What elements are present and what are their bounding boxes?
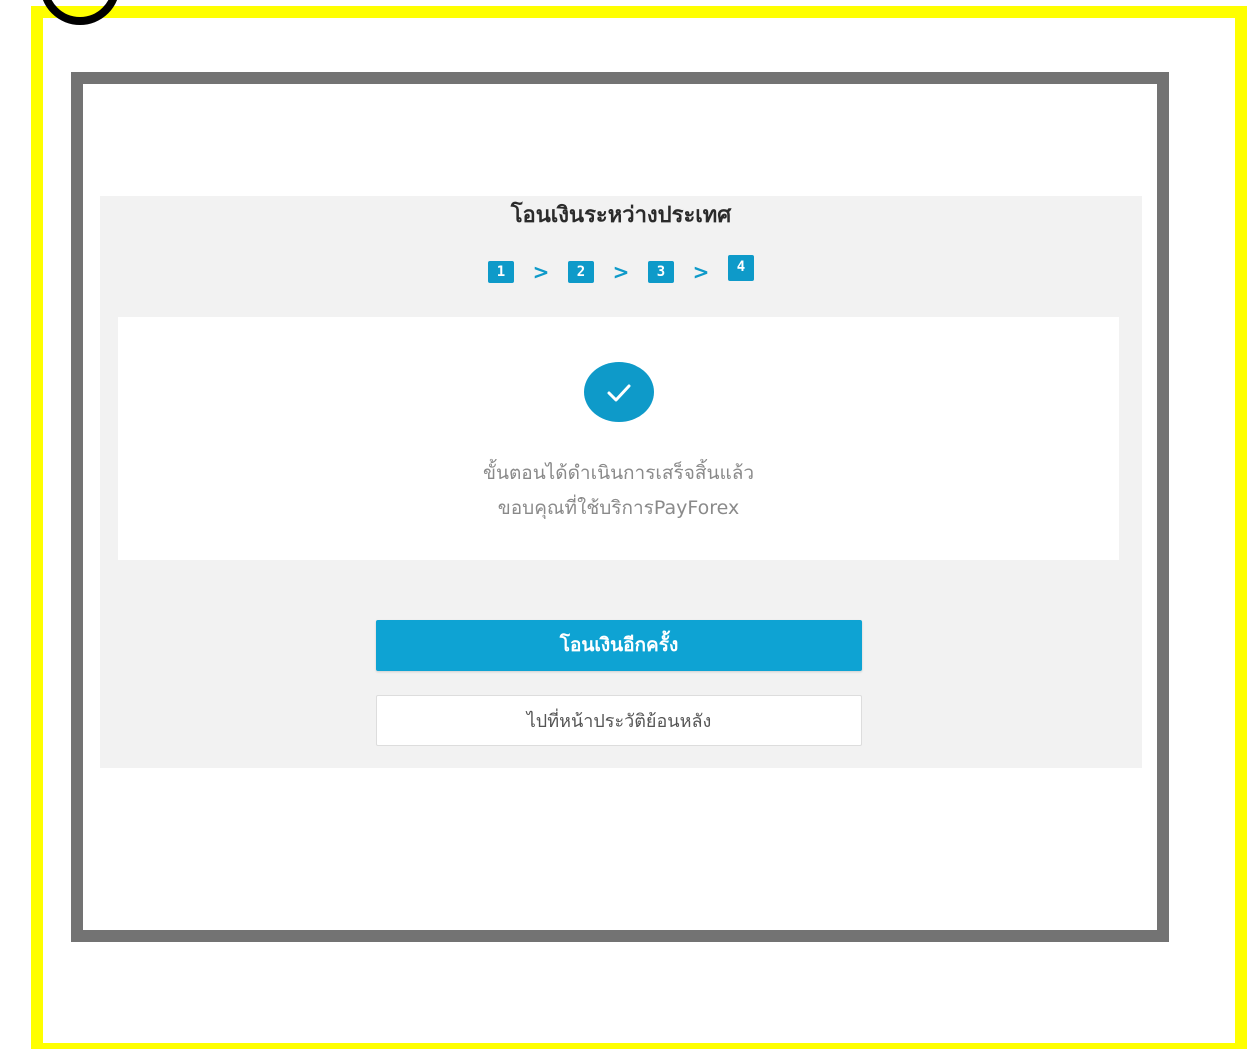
success-message: ขั้นตอนได้ดำเนินการเสร็จสิ้นแล้ว [482,462,755,484]
step-indicator: 1 > 2 > 3 > 4 [100,255,1142,284]
check-circle-icon [584,362,654,422]
history-button[interactable]: ไปที่หน้าประวัติย้อนหลัง [376,695,862,746]
transfer-panel: โอนเงินระหว่างประเทศ 1 > 2 > 3 > 4 ขั้นต… [100,196,1142,768]
chevron-right-icon: > [692,260,710,284]
step-3: 3 [648,261,674,283]
step-2: 2 [568,261,594,283]
page-title: โอนเงินระหว่างประเทศ [510,203,732,228]
step-1: 1 [488,261,514,283]
result-card: ขั้นตอนได้ดำเนินการเสร็จสิ้นแล้ว ขอบคุณท… [118,317,1119,560]
step-4-current: 4 [728,255,754,281]
chevron-right-icon: > [532,260,550,284]
transfer-again-button[interactable]: โอนเงินอีกครั้ง [376,620,862,671]
thank-you-message: ขอบคุณที่ใช้บริการPayForex [497,497,740,519]
chevron-right-icon: > [612,260,630,284]
